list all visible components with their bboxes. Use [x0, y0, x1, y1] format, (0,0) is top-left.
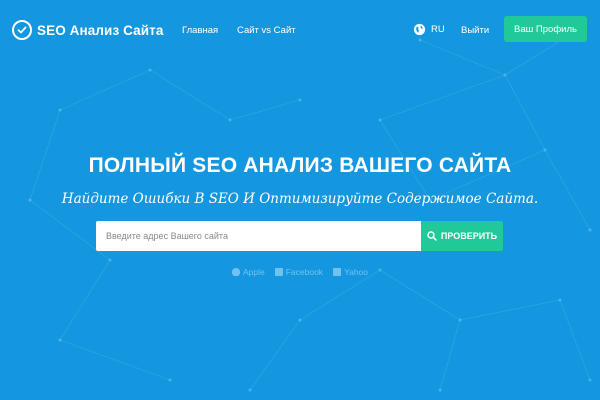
- example-label: Yahoo: [344, 267, 369, 277]
- top-navigation: SEO Анализ Сайта Главная Сайт vs Сайт RU…: [0, 0, 600, 62]
- hero-subtitle: Найдите Ошибки В SEO И Оптимизируйте Сод…: [61, 191, 539, 207]
- brand-logo-link[interactable]: SEO Анализ Сайта: [12, 20, 163, 40]
- example-label: Facebook: [285, 267, 324, 277]
- profile-button[interactable]: Ваш Профиль: [504, 16, 587, 42]
- example-link-facebook[interactable]: Facebook: [274, 267, 324, 277]
- check-button-label: ПРОВЕРИТЬ: [440, 231, 498, 241]
- site-url-input[interactable]: [96, 221, 421, 251]
- example-sites: Apple Facebook Yahoo: [0, 267, 600, 277]
- facebook-icon: [274, 268, 283, 276]
- globe-icon: [413, 23, 426, 36]
- check-circle-icon: [12, 20, 32, 40]
- apple-icon: [231, 268, 240, 276]
- check-button[interactable]: ПРОВЕРИТЬ: [421, 221, 503, 251]
- nav-link-site-vs-site[interactable]: Сайт vs Сайт: [237, 25, 296, 36]
- example-link-yahoo[interactable]: Yahoo: [333, 267, 368, 277]
- hero-title: ПОЛНЫЙ SEO АНАЛИЗ ВАШЕГО САЙТА: [88, 154, 512, 177]
- example-link-apple[interactable]: Apple: [231, 267, 265, 277]
- language-selector[interactable]: RU: [413, 23, 445, 36]
- example-label: Apple: [242, 267, 265, 277]
- nav-link-home[interactable]: Главная: [182, 25, 218, 36]
- language-code: RU: [431, 24, 445, 35]
- brand-name: SEO Анализ Сайта: [37, 22, 164, 38]
- yahoo-icon: [333, 268, 342, 276]
- search-icon: [427, 231, 437, 241]
- site-check-form: ПРОВЕРИТЬ: [96, 221, 503, 251]
- logout-link[interactable]: Выйти: [461, 25, 489, 36]
